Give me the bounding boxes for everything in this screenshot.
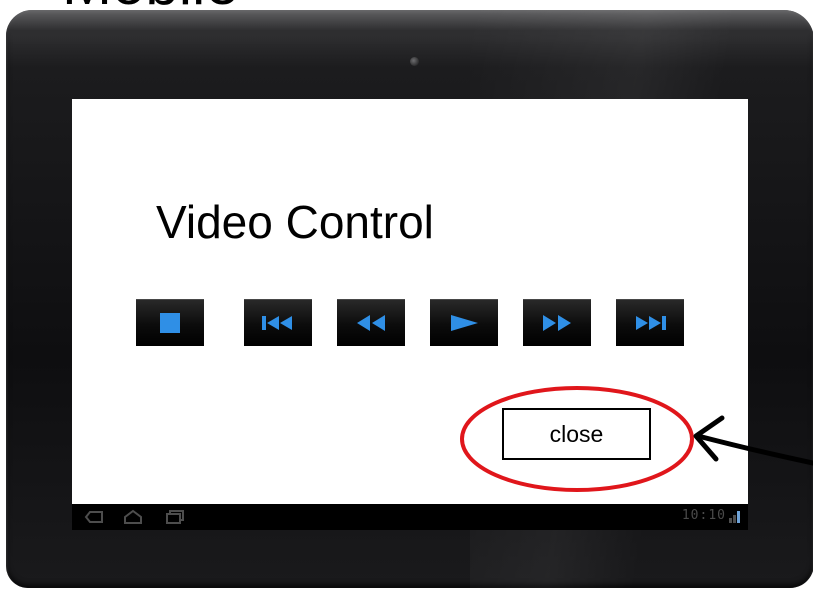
skip-back-icon <box>262 315 292 330</box>
home-icon[interactable] <box>122 509 144 525</box>
system-navigation-bar: 10:10 <box>72 504 748 530</box>
close-button[interactable]: close <box>502 408 651 460</box>
status-clock: 10:10 <box>681 508 726 523</box>
back-icon[interactable] <box>84 509 106 525</box>
recent-apps-icon[interactable] <box>164 509 186 525</box>
rewind-button[interactable] <box>337 299 405 346</box>
tablet-screen: Video Control close 10:10 <box>72 99 748 530</box>
video-control-panel: Video Control close <box>72 99 748 504</box>
skip-forward-icon <box>636 315 666 330</box>
mockup-slide: Mobile Video Control <box>0 0 813 591</box>
stop-button[interactable] <box>136 299 204 346</box>
fast-forward-button[interactable] <box>523 299 591 346</box>
play-button[interactable] <box>430 299 498 346</box>
stop-icon <box>160 312 180 333</box>
skip-back-button[interactable] <box>244 299 312 346</box>
fast-forward-icon <box>543 314 571 331</box>
rewind-icon <box>357 314 385 331</box>
play-icon <box>451 314 478 331</box>
front-camera <box>410 57 419 66</box>
panel-title: Video Control <box>156 196 434 248</box>
skip-forward-button[interactable] <box>616 299 684 346</box>
signal-icon <box>729 511 740 523</box>
